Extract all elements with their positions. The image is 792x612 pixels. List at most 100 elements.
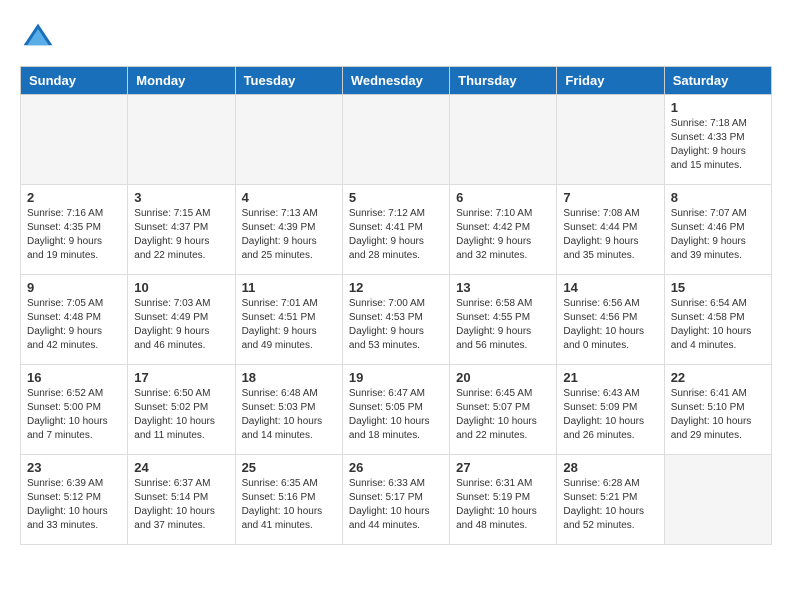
day-info: Sunrise: 6:52 AM Sunset: 5:00 PM Dayligh… xyxy=(27,387,121,443)
day-info: Sunrise: 6:35 AM Sunset: 5:16 PM Dayligh… xyxy=(242,477,336,533)
calendar-cell: 15Sunrise: 6:54 AM Sunset: 4:58 PM Dayli… xyxy=(664,275,771,365)
calendar-cell: 6 Sunrise: 7:10 AM Sunset: 4:42 PM Daylig… xyxy=(450,185,557,275)
day-number: 26 xyxy=(349,460,443,475)
calendar-cell xyxy=(557,95,664,185)
day-number: 17 xyxy=(134,370,228,385)
calendar-cell: 3Sunrise: 7:15 AM Sunset: 4:37 PM Daylig… xyxy=(128,185,235,275)
calendar-cell: 20 Sunrise: 6:45 AM Sunset: 5:07 PM Dayli… xyxy=(450,365,557,455)
day-info: Sunrise: 6:50 AM Sunset: 5:02 PM Dayligh… xyxy=(134,387,228,443)
calendar-header-monday: Monday xyxy=(128,67,235,95)
calendar-cell: 4Sunrise: 7:13 AM Sunset: 4:39 PM Daylig… xyxy=(235,185,342,275)
calendar-cell xyxy=(235,95,342,185)
day-number: 11 xyxy=(242,280,336,295)
calendar-cell: 13 Sunrise: 6:58 AM Sunset: 4:55 PM Dayli… xyxy=(450,275,557,365)
calendar-cell: 24 Sunrise: 6:37 AM Sunset: 5:14 PM Dayli… xyxy=(128,455,235,545)
calendar-cell: 28 Sunrise: 6:28 AM Sunset: 5:21 PM Dayli… xyxy=(557,455,664,545)
calendar-cell: 17 Sunrise: 6:50 AM Sunset: 5:02 PM Dayli… xyxy=(128,365,235,455)
day-info: Sunrise: 7:08 AM Sunset: 4:44 PM Dayligh… xyxy=(563,207,657,263)
day-info: Sunrise: 7:18 AM Sunset: 4:33 PM Dayligh… xyxy=(671,117,765,173)
calendar-week-row: 9 Sunrise: 7:05 AM Sunset: 4:48 PM Daylig… xyxy=(21,275,772,365)
day-info: Sunrise: 6:45 AM Sunset: 5:07 PM Dayligh… xyxy=(456,387,550,443)
day-info: Sunrise: 7:13 AM Sunset: 4:39 PM Dayligh… xyxy=(242,207,336,263)
calendar-header-tuesday: Tuesday xyxy=(235,67,342,95)
day-info: Sunrise: 6:39 AM Sunset: 5:12 PM Dayligh… xyxy=(27,477,121,533)
day-info: Sunrise: 7:07 AM Sunset: 4:46 PM Dayligh… xyxy=(671,207,765,263)
day-info: Sunrise: 6:56 AM Sunset: 4:56 PM Dayligh… xyxy=(563,297,657,353)
calendar-week-row: 2 Sunrise: 7:16 AM Sunset: 4:35 PM Daylig… xyxy=(21,185,772,275)
calendar-header-wednesday: Wednesday xyxy=(342,67,449,95)
day-info: Sunrise: 7:05 AM Sunset: 4:48 PM Dayligh… xyxy=(27,297,121,353)
calendar-cell xyxy=(21,95,128,185)
day-info: Sunrise: 6:41 AM Sunset: 5:10 PM Dayligh… xyxy=(671,387,765,443)
day-info: Sunrise: 7:16 AM Sunset: 4:35 PM Dayligh… xyxy=(27,207,121,263)
day-number: 20 xyxy=(456,370,550,385)
calendar-cell: 19 Sunrise: 6:47 AM Sunset: 5:05 PM Dayli… xyxy=(342,365,449,455)
calendar-cell: 25 Sunrise: 6:35 AM Sunset: 5:16 PM Dayli… xyxy=(235,455,342,545)
calendar-cell: 11Sunrise: 7:01 AM Sunset: 4:51 PM Dayli… xyxy=(235,275,342,365)
calendar-week-row: 1 Sunrise: 7:18 AM Sunset: 4:33 PM Daylig… xyxy=(21,95,772,185)
day-number: 8 xyxy=(671,190,765,205)
day-number: 14 xyxy=(563,280,657,295)
calendar-cell: 18 Sunrise: 6:48 AM Sunset: 5:03 PM Dayli… xyxy=(235,365,342,455)
calendar-cell: 8 Sunrise: 7:07 AM Sunset: 4:46 PM Daylig… xyxy=(664,185,771,275)
calendar-cell: 7 Sunrise: 7:08 AM Sunset: 4:44 PM Daylig… xyxy=(557,185,664,275)
calendar-header-row: SundayMondayTuesdayWednesdayThursdayFrid… xyxy=(21,67,772,95)
day-info: Sunrise: 7:03 AM Sunset: 4:49 PM Dayligh… xyxy=(134,297,228,353)
calendar-header-sunday: Sunday xyxy=(21,67,128,95)
day-info: Sunrise: 6:47 AM Sunset: 5:05 PM Dayligh… xyxy=(349,387,443,443)
calendar-cell xyxy=(342,95,449,185)
calendar-cell: 27 Sunrise: 6:31 AM Sunset: 5:19 PM Dayli… xyxy=(450,455,557,545)
day-number: 25 xyxy=(242,460,336,475)
calendar-cell: 1 Sunrise: 7:18 AM Sunset: 4:33 PM Daylig… xyxy=(664,95,771,185)
calendar-cell: 16 Sunrise: 6:52 AM Sunset: 5:00 PM Dayli… xyxy=(21,365,128,455)
day-info: Sunrise: 7:00 AM Sunset: 4:53 PM Dayligh… xyxy=(349,297,443,353)
calendar-cell: 12 Sunrise: 7:00 AM Sunset: 4:53 PM Dayli… xyxy=(342,275,449,365)
day-number: 9 xyxy=(27,280,121,295)
logo xyxy=(20,20,62,56)
calendar-cell: 23Sunrise: 6:39 AM Sunset: 5:12 PM Dayli… xyxy=(21,455,128,545)
day-info: Sunrise: 6:33 AM Sunset: 5:17 PM Dayligh… xyxy=(349,477,443,533)
day-info: Sunrise: 6:28 AM Sunset: 5:21 PM Dayligh… xyxy=(563,477,657,533)
day-info: Sunrise: 6:48 AM Sunset: 5:03 PM Dayligh… xyxy=(242,387,336,443)
day-number: 6 xyxy=(456,190,550,205)
calendar-header-friday: Friday xyxy=(557,67,664,95)
day-info: Sunrise: 6:43 AM Sunset: 5:09 PM Dayligh… xyxy=(563,387,657,443)
calendar-header-thursday: Thursday xyxy=(450,67,557,95)
day-info: Sunrise: 6:58 AM Sunset: 4:55 PM Dayligh… xyxy=(456,297,550,353)
calendar-week-row: 16 Sunrise: 6:52 AM Sunset: 5:00 PM Dayli… xyxy=(21,365,772,455)
day-number: 18 xyxy=(242,370,336,385)
day-info: Sunrise: 6:54 AM Sunset: 4:58 PM Dayligh… xyxy=(671,297,765,353)
day-info: Sunrise: 6:37 AM Sunset: 5:14 PM Dayligh… xyxy=(134,477,228,533)
calendar-cell: 9 Sunrise: 7:05 AM Sunset: 4:48 PM Daylig… xyxy=(21,275,128,365)
day-number: 10 xyxy=(134,280,228,295)
day-number: 5 xyxy=(349,190,443,205)
calendar-cell xyxy=(450,95,557,185)
logo-icon xyxy=(20,20,56,56)
day-number: 27 xyxy=(456,460,550,475)
day-number: 2 xyxy=(27,190,121,205)
calendar-header-saturday: Saturday xyxy=(664,67,771,95)
calendar-cell: 26 Sunrise: 6:33 AM Sunset: 5:17 PM Dayli… xyxy=(342,455,449,545)
day-number: 19 xyxy=(349,370,443,385)
day-number: 1 xyxy=(671,100,765,115)
day-number: 3 xyxy=(134,190,228,205)
calendar-cell: 5 Sunrise: 7:12 AM Sunset: 4:41 PM Daylig… xyxy=(342,185,449,275)
page-header xyxy=(20,20,772,56)
calendar-cell: 2 Sunrise: 7:16 AM Sunset: 4:35 PM Daylig… xyxy=(21,185,128,275)
day-info: Sunrise: 7:12 AM Sunset: 4:41 PM Dayligh… xyxy=(349,207,443,263)
calendar-cell xyxy=(128,95,235,185)
calendar-cell: 14 Sunrise: 6:56 AM Sunset: 4:56 PM Dayli… xyxy=(557,275,664,365)
day-number: 24 xyxy=(134,460,228,475)
day-number: 28 xyxy=(563,460,657,475)
calendar-cell: 22 Sunrise: 6:41 AM Sunset: 5:10 PM Dayli… xyxy=(664,365,771,455)
day-number: 22 xyxy=(671,370,765,385)
day-number: 12 xyxy=(349,280,443,295)
calendar-cell: 21 Sunrise: 6:43 AM Sunset: 5:09 PM Dayli… xyxy=(557,365,664,455)
day-number: 13 xyxy=(456,280,550,295)
day-info: Sunrise: 6:31 AM Sunset: 5:19 PM Dayligh… xyxy=(456,477,550,533)
day-number: 21 xyxy=(563,370,657,385)
day-info: Sunrise: 7:10 AM Sunset: 4:42 PM Dayligh… xyxy=(456,207,550,263)
calendar-cell: 10 Sunrise: 7:03 AM Sunset: 4:49 PM Dayli… xyxy=(128,275,235,365)
day-number: 16 xyxy=(27,370,121,385)
day-number: 7 xyxy=(563,190,657,205)
